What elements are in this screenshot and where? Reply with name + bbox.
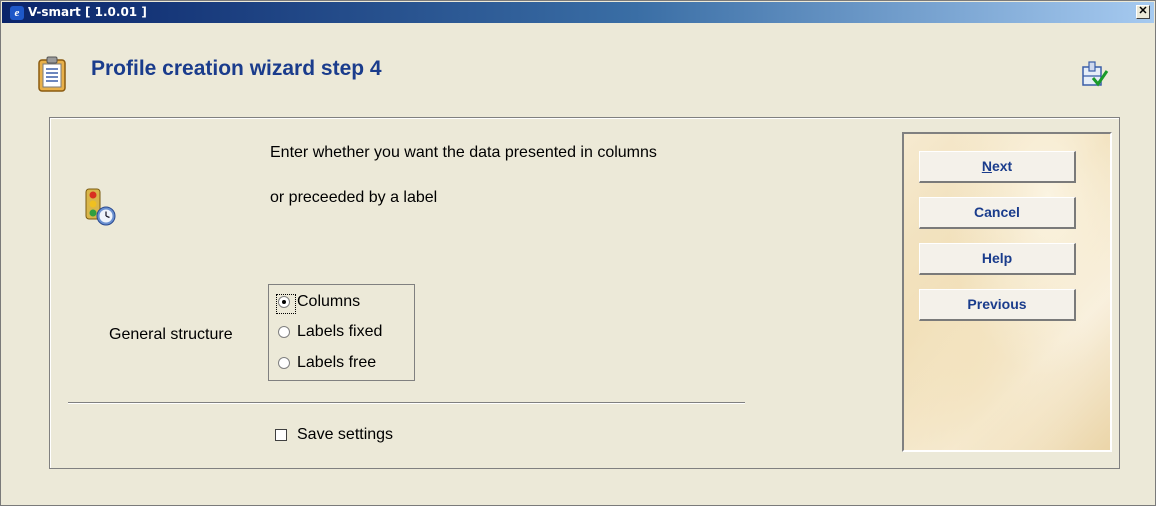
title-bar[interactable]: e V-smart [ 1.0.01 ] ✕ [2, 2, 1154, 23]
description-line-1: Enter whether you want the data presente… [270, 144, 657, 161]
description-line-2: or preceeded by a label [270, 189, 438, 206]
radio-option-labels-fixed[interactable]: Labels fixed [278, 321, 382, 343]
radio-button-labels-free[interactable] [278, 357, 290, 369]
main-window: e V-smart [ 1.0.01 ] ✕ Profile creation … [0, 0, 1156, 506]
wizard-check-icon[interactable] [1080, 59, 1110, 89]
radio-button-labels-fixed[interactable] [278, 326, 290, 338]
help-button[interactable]: Help [919, 243, 1076, 275]
traffic-light-icon [85, 188, 116, 226]
clipboard-icon [38, 56, 66, 92]
radio-label-columns: Columns [297, 293, 361, 310]
radio-label-labels-fixed: Labels fixed [297, 323, 383, 340]
previous-button[interactable]: Previous [919, 289, 1076, 321]
close-button[interactable]: ✕ [1136, 5, 1150, 19]
window-title: V-smart [ 1.0.01 ] [28, 5, 147, 19]
save-settings-checkbox[interactable] [275, 429, 287, 441]
divider [68, 402, 745, 404]
app-icon: e [10, 6, 24, 20]
save-settings-row[interactable]: Save settings [275, 426, 393, 444]
radio-label-labels-free: Labels free [297, 354, 377, 371]
page-title: Profile creation wizard step 4 [91, 57, 382, 80]
general-structure-label: General structure [109, 326, 233, 343]
next-button[interactable]: Next [919, 151, 1076, 183]
radio-option-columns[interactable]: Columns [276, 291, 361, 314]
focus-indicator [276, 294, 296, 314]
next-button-label: Next [981, 158, 1013, 174]
radio-option-labels-free[interactable]: Labels free [278, 352, 376, 374]
save-settings-label: Save settings [297, 426, 394, 443]
previous-button-label: Previous [967, 296, 1027, 312]
general-structure-radio-group: Columns Labels fixed Labels free [268, 284, 415, 381]
help-button-label: Help [981, 250, 1013, 266]
close-icon: ✕ [1138, 5, 1148, 17]
cancel-button[interactable]: Cancel [919, 197, 1076, 229]
radio-button-columns[interactable] [276, 294, 296, 314]
cancel-button-label: Cancel [974, 204, 1020, 220]
